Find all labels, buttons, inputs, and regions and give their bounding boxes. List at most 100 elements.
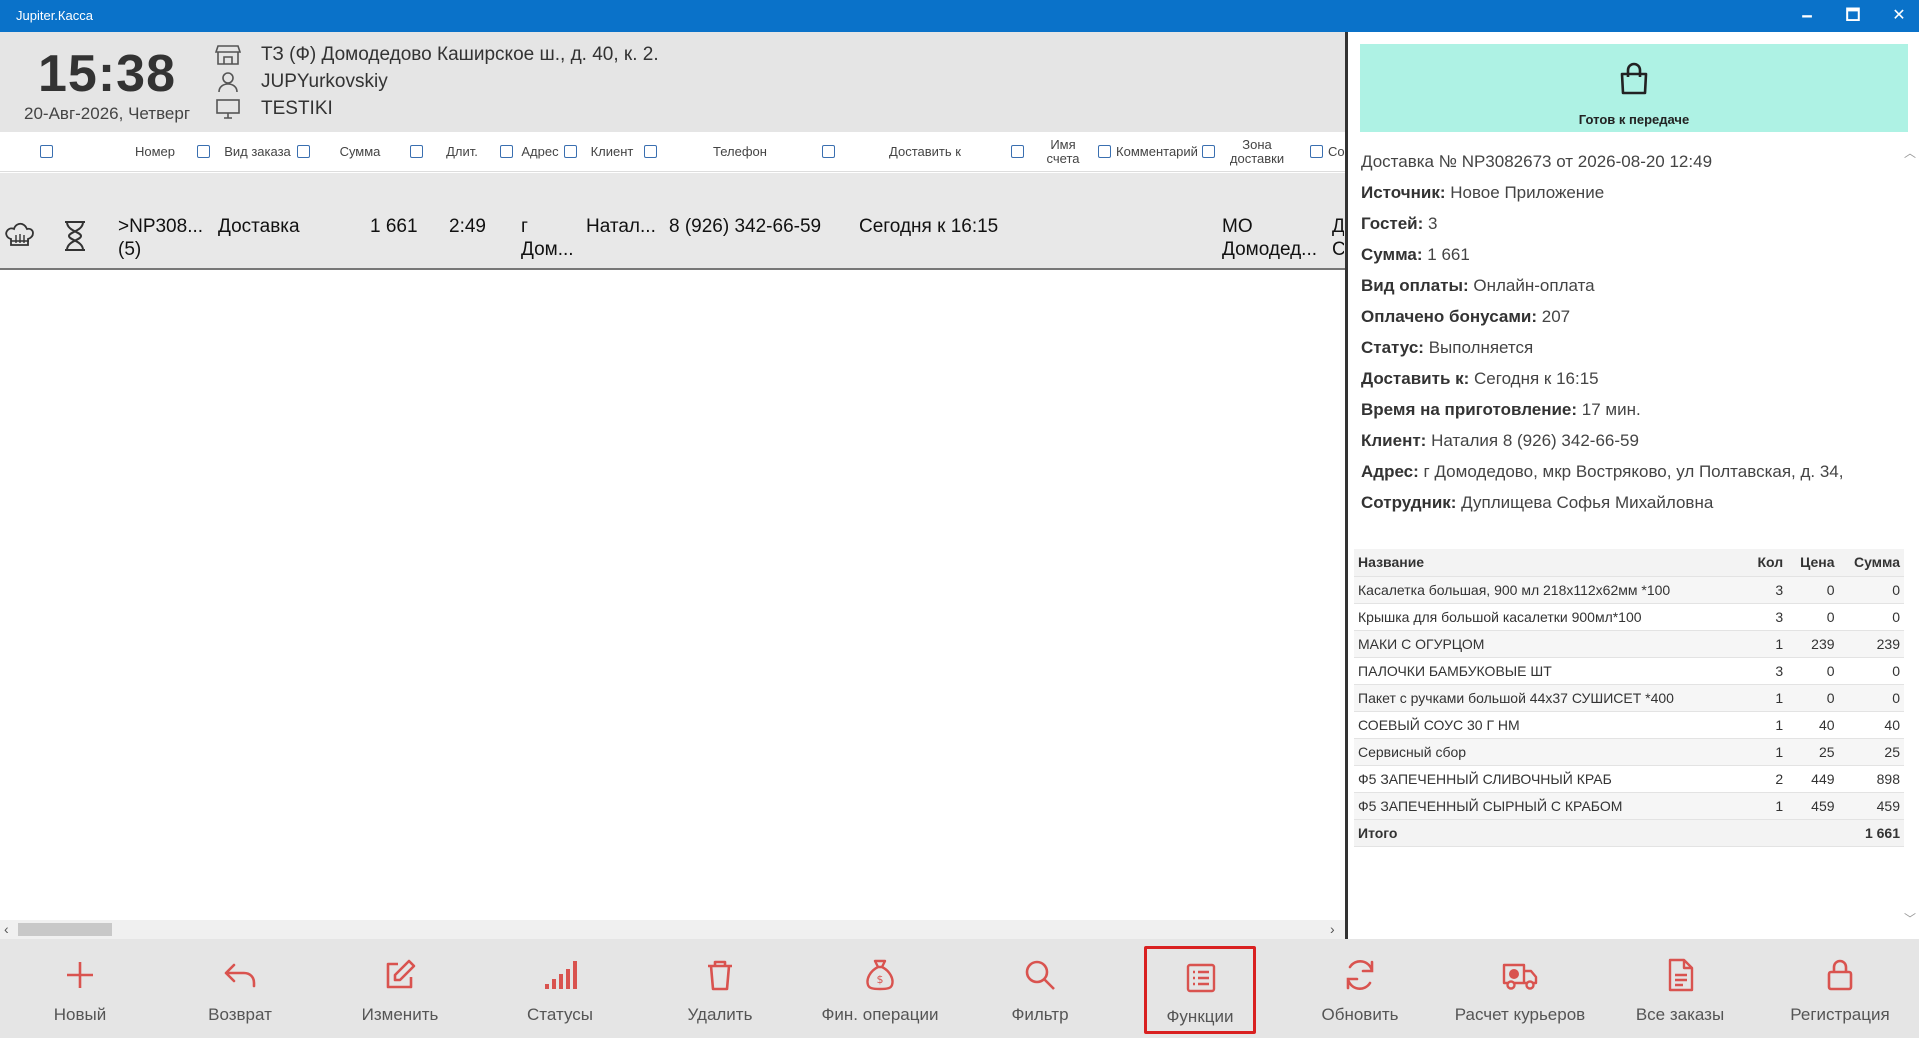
detail-field: Оплачено бонусами: 207 — [1361, 307, 1571, 326]
item-row: Касалетка большая, 900 мл 218х112х62мм *… — [1354, 576, 1904, 604]
orders-panel: 15:38 20-Авг-2026, Четверг ТЗ (Ф) Домоде… — [0, 32, 1345, 939]
order-extra: Д С — [1332, 216, 1344, 260]
item-row: Ф5 ЗАПЕЧЕННЫЙ СЛИВОЧНЫЙ КРАБ 2 449 898 — [1354, 765, 1904, 793]
delete-button[interactable]: Удалить — [640, 939, 800, 1038]
lock-icon — [1827, 959, 1853, 991]
items-col-sum: Сумма — [1838, 549, 1904, 577]
scroll-down-icon[interactable]: ﹀ — [1904, 910, 1916, 927]
order-deliver-by: Сегодня к 16:15 — [859, 216, 999, 237]
detail-field: Время на приготовление: 17 мин. — [1361, 400, 1641, 419]
column-checkbox[interactable] — [822, 145, 835, 158]
detail-field: Сотрудник: Дуплищева Софья Михайловна — [1361, 493, 1714, 512]
table-row[interactable]: >NP308... (5) Доставка 1 661 2:49 г Дом.… — [0, 173, 1345, 270]
item-row: Крышка для большой касалетки 900мл*100 3 0… — [1354, 603, 1904, 631]
item-row: МАКИ С ОГУРЦОМ 1 239 239 — [1354, 630, 1904, 658]
new-button[interactable]: Новый — [0, 939, 160, 1038]
maximize-button[interactable]: 🗖 — [1830, 0, 1876, 32]
search-icon — [1025, 960, 1055, 990]
detail-field: Сумма: 1 661 — [1361, 245, 1470, 264]
items-col-name: Название — [1354, 549, 1747, 577]
ready-for-handoff-button[interactable]: Готов к передаче — [1360, 44, 1908, 132]
total-row: Итого 1 661 — [1354, 819, 1904, 847]
detail-field: Статус: Выполняется — [1361, 338, 1534, 357]
scroll-up-icon[interactable]: ︿ — [1904, 144, 1916, 161]
table-header: Номер Вид заказа Сумма Длит. Адрес Клиен… — [0, 132, 1345, 172]
clock: 15:38 — [38, 45, 176, 103]
order-sum: 1 661 — [370, 216, 418, 237]
column-header[interactable]: Сумма — [330, 132, 390, 172]
items-col-qty: Кол — [1746, 549, 1788, 577]
functions-button[interactable]: Функции — [1144, 946, 1256, 1034]
edit-icon — [386, 959, 416, 989]
money-bag-icon: $ — [866, 959, 894, 991]
monitor-icon — [216, 99, 240, 119]
bar-chart-icon — [545, 961, 577, 989]
scroll-thumb[interactable] — [18, 923, 112, 936]
horizontal-scrollbar[interactable]: ‹ › — [0, 920, 1345, 939]
order-client: Натал... — [586, 216, 656, 237]
edit-button[interactable]: Изменить — [320, 939, 480, 1038]
order-phone: 8 (926) 342-66-59 — [669, 216, 822, 237]
column-checkbox[interactable] — [410, 145, 423, 158]
column-header[interactable]: Адрес — [516, 132, 564, 172]
all-orders-button[interactable]: Все заказы — [1600, 939, 1760, 1038]
column-header[interactable]: Со — [1328, 132, 1345, 172]
detail-field: Клиент: Наталия 8 (926) 342-66-59 — [1361, 431, 1639, 450]
column-checkbox[interactable] — [197, 145, 210, 158]
order-address: г Дом... — [521, 216, 574, 260]
column-header[interactable]: Длит. — [437, 132, 487, 172]
column-header[interactable]: Имя счета — [1040, 132, 1086, 172]
shopping-bag-icon — [1620, 62, 1648, 95]
column-checkbox[interactable] — [644, 145, 657, 158]
chef-hat-icon — [5, 222, 34, 246]
registration-button[interactable]: Регистрация — [1760, 939, 1919, 1038]
finance-operations-button[interactable]: $ Фин. операции — [800, 939, 960, 1038]
store-info: ТЗ (Ф) Домодедово Каширское ш., д. 40, к… — [215, 42, 659, 68]
ready-label: Готов к передаче — [1578, 112, 1690, 127]
order-zone: МО Домодед... — [1222, 216, 1318, 260]
column-checkbox[interactable] — [297, 145, 310, 158]
item-row: ПАЛОЧКИ БАМБУКОВЫЕ ШТ 3 0 0 — [1354, 657, 1904, 685]
column-header[interactable]: Вид заказа — [215, 132, 300, 172]
window-title: Jupiter.Касса — [16, 8, 93, 23]
user-info: JUPYurkovskiy — [215, 69, 388, 95]
column-header[interactable]: Клиент — [582, 132, 642, 172]
statuses-button[interactable]: Статусы — [480, 939, 640, 1038]
column-checkbox[interactable] — [1310, 145, 1323, 158]
order-type: Доставка — [218, 216, 300, 237]
hourglass-icon — [65, 221, 85, 251]
return-button[interactable]: Возврат — [160, 939, 320, 1038]
date: 20-Авг-2026, Четверг — [24, 104, 191, 123]
column-header[interactable]: Телефон — [700, 132, 780, 172]
column-checkbox[interactable] — [500, 145, 513, 158]
minimize-button[interactable]: 🗕 — [1784, 0, 1830, 32]
column-header[interactable]: Доставить к — [870, 132, 980, 172]
plus-icon — [67, 962, 93, 988]
store-name: ТЗ (Ф) Домодедово Каширское ш., д. 40, к… — [261, 44, 659, 65]
svg-text:$: $ — [877, 973, 884, 986]
detail-field: Источник: Новое Приложение — [1361, 183, 1605, 202]
order-duration: 2:49 — [449, 216, 486, 237]
session-header: 15:38 20-Авг-2026, Четверг ТЗ (Ф) Домоде… — [0, 32, 1345, 132]
scroll-left-icon[interactable]: ‹ — [4, 921, 9, 937]
order-details: Доставка № NP3082673 от 2026-08-20 12:49… — [1361, 152, 1901, 524]
column-checkbox[interactable] — [1098, 145, 1111, 158]
return-arrow-icon — [224, 963, 256, 988]
column-checkbox[interactable] — [1011, 145, 1024, 158]
column-checkbox[interactable] — [564, 145, 577, 158]
order-title: Доставка № NP3082673 от 2026-08-20 12:49 — [1361, 152, 1713, 171]
column-header[interactable]: Комментарий — [1112, 132, 1202, 172]
close-button[interactable]: ✕ — [1876, 0, 1919, 32]
truck-icon — [1502, 963, 1538, 990]
user-name: JUPYurkovskiy — [261, 71, 388, 92]
filter-button[interactable]: Фильтр — [960, 939, 1120, 1038]
detail-field: Гостей: 3 — [1361, 214, 1438, 233]
column-header[interactable]: Номер — [120, 132, 190, 172]
refresh-button[interactable]: Обновить — [1280, 939, 1440, 1038]
courier-calculation-button[interactable]: Расчет курьеров — [1440, 939, 1600, 1038]
column-checkbox[interactable] — [40, 145, 53, 158]
column-checkbox[interactable] — [1202, 145, 1215, 158]
column-header[interactable]: Зона доставки — [1222, 132, 1292, 172]
scroll-right-icon[interactable]: › — [1330, 921, 1335, 937]
item-row: Пакет с ручками большой 44х37 СУШИСЕТ *4… — [1354, 684, 1904, 712]
